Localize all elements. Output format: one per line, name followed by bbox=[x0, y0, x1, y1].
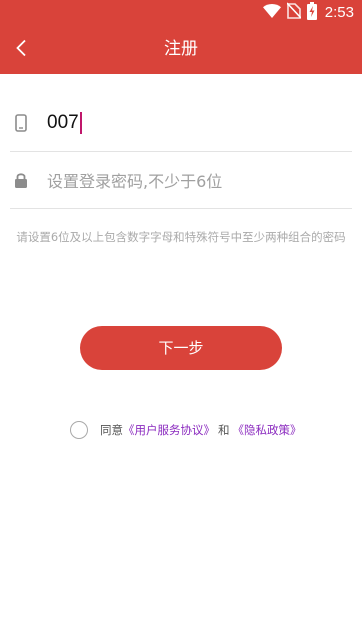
text-cursor bbox=[79, 112, 82, 134]
phone-icon bbox=[12, 113, 30, 133]
page-title: 注册 bbox=[164, 39, 198, 59]
next-button[interactable]: 下一步 bbox=[80, 326, 282, 370]
battery-charging-icon bbox=[306, 1, 317, 24]
wifi-icon bbox=[262, 3, 281, 22]
privacy-policy-link[interactable]: 《隐私政策》 bbox=[233, 422, 302, 438]
password-field-row[interactable] bbox=[10, 152, 352, 209]
phone-input-value: 007 bbox=[47, 112, 79, 133]
user-agreement-link[interactable]: 《用户服务协议》 bbox=[123, 422, 215, 438]
password-hint: 请设置6位及以上包含数字字母和特殊符号中至少两种组合的密码 bbox=[16, 230, 346, 244]
status-icons: 2:53 bbox=[262, 1, 354, 24]
status-time: 2:53 bbox=[324, 4, 354, 21]
agree-prefix: 同意 bbox=[100, 423, 123, 437]
status-bar: 2:53 bbox=[0, 0, 362, 25]
app-bar: 注册 bbox=[0, 25, 362, 74]
agree-checkbox[interactable] bbox=[70, 421, 88, 439]
no-sim-icon bbox=[286, 2, 302, 23]
agree-and: 和 bbox=[218, 423, 230, 437]
phone-field-row[interactable]: 007 bbox=[10, 95, 352, 152]
phone-input[interactable]: 007 bbox=[47, 110, 82, 136]
agreement-row: 同意 《用户服务协议》 和 《隐私政策》 bbox=[70, 419, 302, 441]
password-input[interactable] bbox=[47, 168, 347, 194]
lock-icon bbox=[12, 170, 30, 190]
